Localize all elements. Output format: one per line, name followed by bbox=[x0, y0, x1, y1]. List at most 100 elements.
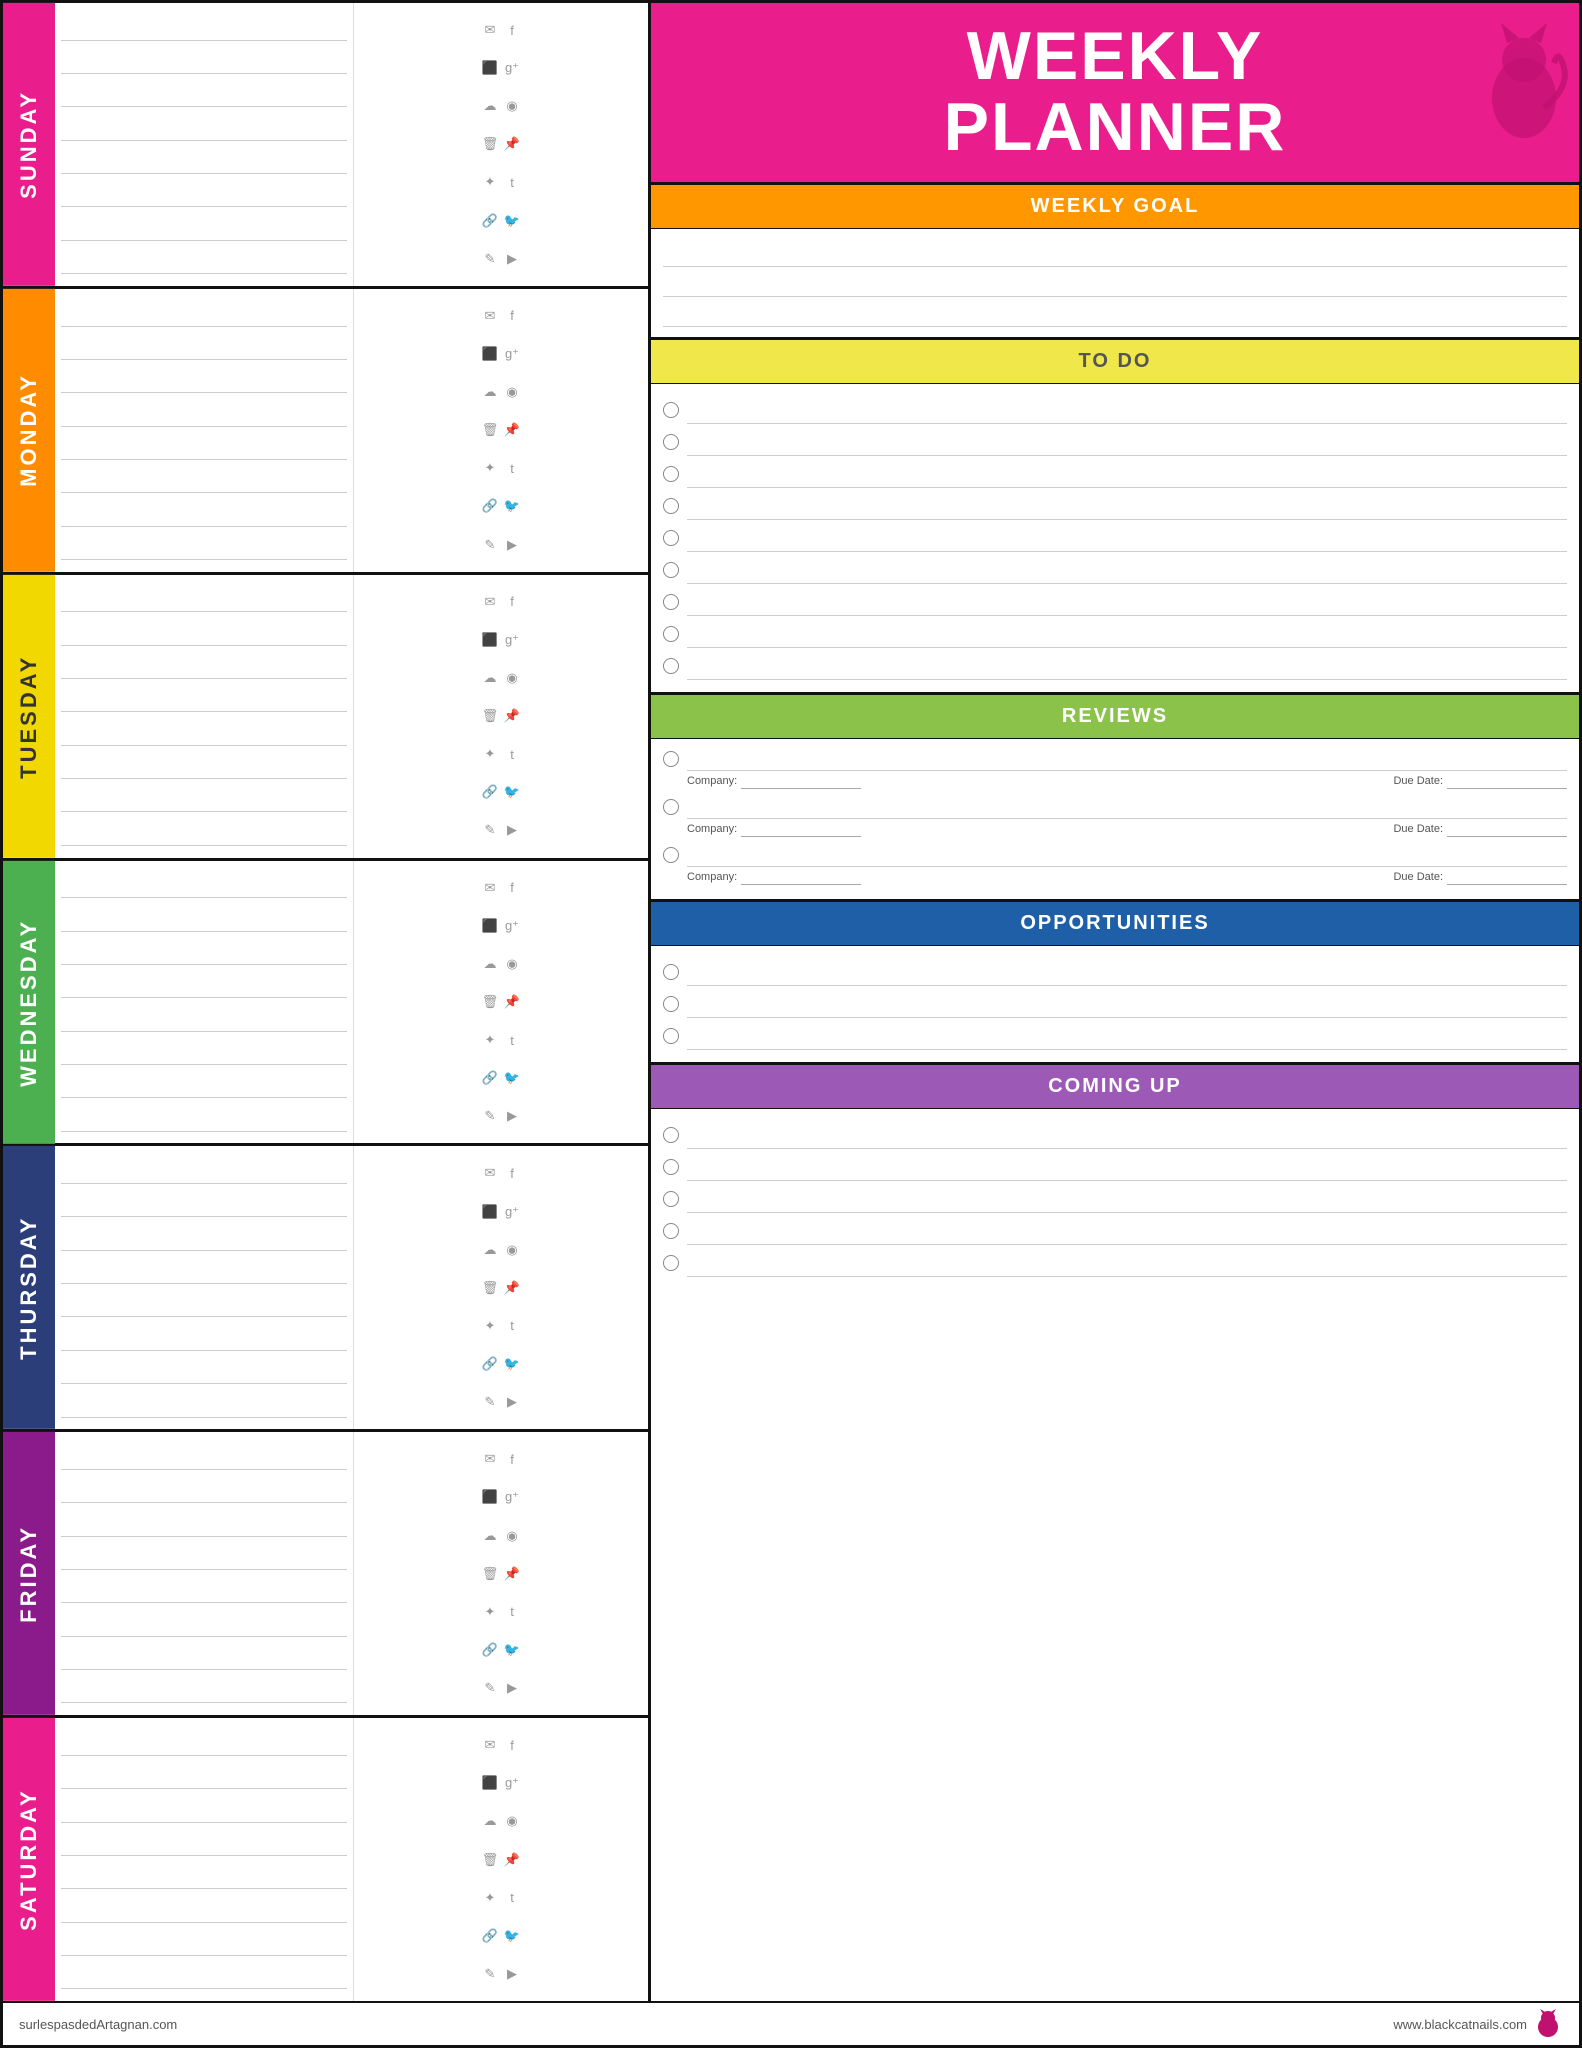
review-checkbox[interactable] bbox=[663, 799, 679, 815]
due-date-input-line[interactable] bbox=[1447, 773, 1567, 789]
day-line[interactable] bbox=[61, 467, 347, 493]
day-line[interactable] bbox=[61, 1358, 347, 1384]
day-line[interactable] bbox=[61, 753, 347, 779]
day-line[interactable] bbox=[61, 1677, 347, 1703]
day-line[interactable] bbox=[61, 1291, 347, 1317]
day-line[interactable] bbox=[61, 620, 347, 646]
day-line[interactable] bbox=[61, 1191, 347, 1217]
opportunity-checkbox[interactable] bbox=[663, 1028, 679, 1044]
coming-up-line[interactable] bbox=[687, 1217, 1567, 1245]
coming-up-checkbox[interactable] bbox=[663, 1255, 679, 1271]
company-input-line[interactable] bbox=[741, 869, 861, 885]
day-line[interactable] bbox=[61, 1611, 347, 1637]
coming-up-checkbox[interactable] bbox=[663, 1191, 679, 1207]
todo-line[interactable] bbox=[687, 652, 1567, 680]
todo-line[interactable] bbox=[687, 492, 1567, 520]
day-line[interactable] bbox=[61, 248, 347, 274]
day-line[interactable] bbox=[61, 1392, 347, 1418]
coming-up-line[interactable] bbox=[687, 1249, 1567, 1277]
todo-line[interactable] bbox=[687, 556, 1567, 584]
day-line[interactable] bbox=[61, 1258, 347, 1284]
day-line[interactable] bbox=[61, 1544, 347, 1570]
day-line[interactable] bbox=[61, 1006, 347, 1032]
coming-up-checkbox[interactable] bbox=[663, 1127, 679, 1143]
day-line[interactable] bbox=[61, 1039, 347, 1065]
day-line[interactable] bbox=[61, 653, 347, 679]
day-line[interactable] bbox=[61, 1963, 347, 1989]
todo-checkbox[interactable] bbox=[663, 402, 679, 418]
opportunity-checkbox[interactable] bbox=[663, 964, 679, 980]
day-line[interactable] bbox=[61, 1072, 347, 1098]
due-date-input-line[interactable] bbox=[1447, 869, 1567, 885]
day-line[interactable] bbox=[61, 939, 347, 965]
day-line[interactable] bbox=[61, 1325, 347, 1351]
day-line[interactable] bbox=[61, 334, 347, 360]
day-line[interactable] bbox=[61, 1511, 347, 1537]
day-line[interactable] bbox=[61, 1830, 347, 1856]
company-input-line[interactable] bbox=[741, 821, 861, 837]
day-line[interactable] bbox=[61, 1897, 347, 1923]
day-line[interactable] bbox=[61, 148, 347, 174]
day-line[interactable] bbox=[61, 48, 347, 74]
day-line[interactable] bbox=[61, 15, 347, 41]
opportunity-line[interactable] bbox=[687, 990, 1567, 1018]
goal-line[interactable] bbox=[663, 299, 1567, 327]
day-line[interactable] bbox=[61, 1577, 347, 1603]
day-line[interactable] bbox=[61, 181, 347, 207]
todo-line[interactable] bbox=[687, 620, 1567, 648]
day-line[interactable] bbox=[61, 1763, 347, 1789]
review-checkbox[interactable] bbox=[663, 751, 679, 767]
day-line[interactable] bbox=[61, 906, 347, 932]
day-line[interactable] bbox=[61, 820, 347, 846]
review-title-line[interactable] bbox=[687, 795, 1567, 819]
todo-checkbox[interactable] bbox=[663, 658, 679, 674]
company-input-line[interactable] bbox=[741, 773, 861, 789]
day-line[interactable] bbox=[61, 215, 347, 241]
day-line[interactable] bbox=[61, 786, 347, 812]
coming-up-line[interactable] bbox=[687, 1185, 1567, 1213]
day-line[interactable] bbox=[61, 434, 347, 460]
day-line[interactable] bbox=[61, 1106, 347, 1132]
day-line[interactable] bbox=[61, 720, 347, 746]
day-line[interactable] bbox=[61, 534, 347, 560]
day-line[interactable] bbox=[61, 1730, 347, 1756]
todo-line[interactable] bbox=[687, 588, 1567, 616]
day-line[interactable] bbox=[61, 1863, 347, 1889]
todo-checkbox[interactable] bbox=[663, 498, 679, 514]
todo-line[interactable] bbox=[687, 396, 1567, 424]
day-line[interactable] bbox=[61, 686, 347, 712]
todo-checkbox[interactable] bbox=[663, 562, 679, 578]
goal-line[interactable] bbox=[663, 239, 1567, 267]
day-line[interactable] bbox=[61, 1158, 347, 1184]
day-line[interactable] bbox=[61, 367, 347, 393]
review-title-line[interactable] bbox=[687, 843, 1567, 867]
day-line[interactable] bbox=[61, 586, 347, 612]
todo-checkbox[interactable] bbox=[663, 434, 679, 450]
day-line[interactable] bbox=[61, 972, 347, 998]
opportunity-checkbox[interactable] bbox=[663, 996, 679, 1012]
opportunity-line[interactable] bbox=[687, 958, 1567, 986]
day-line[interactable] bbox=[61, 1930, 347, 1956]
day-line[interactable] bbox=[61, 1225, 347, 1251]
day-line[interactable] bbox=[61, 1797, 347, 1823]
day-line[interactable] bbox=[61, 1644, 347, 1670]
todo-checkbox[interactable] bbox=[663, 626, 679, 642]
todo-line[interactable] bbox=[687, 460, 1567, 488]
day-line[interactable] bbox=[61, 1444, 347, 1470]
todo-line[interactable] bbox=[687, 524, 1567, 552]
coming-up-checkbox[interactable] bbox=[663, 1223, 679, 1239]
opportunity-line[interactable] bbox=[687, 1022, 1567, 1050]
day-line[interactable] bbox=[61, 81, 347, 107]
day-line[interactable] bbox=[61, 301, 347, 327]
todo-line[interactable] bbox=[687, 428, 1567, 456]
coming-up-line[interactable] bbox=[687, 1121, 1567, 1149]
coming-up-checkbox[interactable] bbox=[663, 1159, 679, 1175]
coming-up-line[interactable] bbox=[687, 1153, 1567, 1181]
review-checkbox[interactable] bbox=[663, 847, 679, 863]
due-date-input-line[interactable] bbox=[1447, 821, 1567, 837]
day-line[interactable] bbox=[61, 872, 347, 898]
day-line[interactable] bbox=[61, 115, 347, 141]
review-title-line[interactable] bbox=[687, 747, 1567, 771]
todo-checkbox[interactable] bbox=[663, 466, 679, 482]
day-line[interactable] bbox=[61, 501, 347, 527]
